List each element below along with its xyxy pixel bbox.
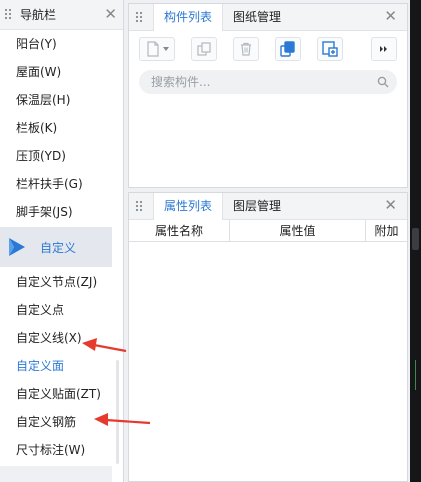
canvas-gridline — [415, 360, 416, 390]
more-icon — [380, 46, 387, 52]
property-table-header: 属性名称 属性值 附加 — [129, 220, 407, 242]
new-file-icon — [146, 41, 159, 57]
new-component-button[interactable] — [139, 37, 175, 61]
nav-item-custom-rebar[interactable]: 自定义钢筋 — [0, 408, 112, 436]
nav-item-custom-face[interactable]: 自定义面 — [0, 352, 112, 380]
column-header-property-name[interactable]: 属性名称 — [129, 220, 230, 241]
component-search-input[interactable] — [151, 75, 377, 89]
navigation-footer — [0, 466, 112, 482]
close-icon[interactable]: ✕ — [384, 9, 397, 24]
collapse-handle[interactable] — [412, 228, 419, 250]
grip-icon[interactable] — [135, 199, 143, 213]
tab-drawing-management[interactable]: 图纸管理 — [223, 4, 291, 30]
component-toolbar — [129, 31, 407, 67]
navigation-list: 阳台(Y) 屋面(W) 保温层(H) 栏板(K) 压顶(YD) 栏杆扶手(G) … — [0, 30, 112, 464]
custom-group-icon — [9, 238, 25, 256]
nav-item-insulation[interactable]: 保温层(H) — [0, 86, 112, 114]
column-header-property-value[interactable]: 属性值 — [230, 220, 366, 241]
navigation-scrollbar[interactable] — [116, 360, 119, 464]
navigation-title: 导航栏 — [20, 8, 57, 22]
nav-item-custom-node[interactable]: 自定义节点(ZJ) — [0, 268, 112, 296]
import-component-button[interactable] — [317, 37, 343, 61]
grip-icon[interactable] — [135, 10, 143, 24]
nav-item-parapet[interactable]: 栏板(K) — [0, 114, 112, 142]
nav-group-label: 自定义 — [40, 240, 77, 255]
tab-layer-management[interactable]: 图层管理 — [223, 193, 291, 219]
nav-item-railing[interactable]: 栏杆扶手(G) — [0, 170, 112, 198]
copy-component-button[interactable] — [191, 37, 217, 61]
grip-icon[interactable] — [4, 8, 12, 21]
component-search-box[interactable] — [139, 70, 397, 94]
delete-component-button[interactable] — [233, 37, 259, 61]
nav-group-custom[interactable]: 自定义 — [0, 227, 112, 267]
tab-component-list[interactable]: 构件列表 — [153, 4, 224, 31]
property-panel-tabbar: 属性列表 图层管理 ✕ — [129, 193, 407, 220]
column-header-extra[interactable]: 附加 — [366, 220, 407, 241]
nav-item-custom-overlay[interactable]: 自定义贴面(ZT) — [0, 380, 112, 408]
copy-icon — [197, 42, 211, 56]
nav-item-scaffold[interactable]: 脚手架(JS) — [0, 198, 112, 226]
nav-item-dimension[interactable]: 尺寸标注(W) — [0, 436, 112, 464]
close-icon[interactable]: ✕ — [104, 7, 117, 22]
nav-item-custom-line[interactable]: 自定义线(X) — [0, 324, 112, 352]
nav-item-balcony[interactable]: 阳台(Y) — [0, 30, 112, 58]
nav-item-coping[interactable]: 压顶(YD) — [0, 142, 112, 170]
navigation-header[interactable]: 导航栏 ✕ — [0, 0, 123, 30]
copy-layer-icon — [280, 41, 295, 57]
delete-icon — [241, 42, 251, 56]
search-icon[interactable] — [377, 76, 389, 88]
nav-item-roof[interactable]: 屋面(W) — [0, 58, 112, 86]
close-icon[interactable]: ✕ — [384, 198, 397, 213]
import-icon — [322, 41, 338, 57]
tab-property-list[interactable]: 属性列表 — [153, 193, 224, 220]
chevron-down-icon[interactable] — [162, 47, 169, 51]
navigation-panel: 导航栏 ✕ 阳台(Y) 屋面(W) 保温层(H) 栏板(K) 压顶(YD) 栏杆… — [0, 0, 124, 482]
component-panel-tabbar: 构件列表 图纸管理 ✕ — [129, 4, 407, 31]
more-tools-button[interactable] — [371, 37, 397, 61]
nav-item-custom-point[interactable]: 自定义点 — [0, 296, 112, 324]
component-list-panel: 构件列表 图纸管理 ✕ — [128, 3, 408, 188]
property-list-panel: 属性列表 图层管理 ✕ 属性名称 属性值 附加 — [128, 192, 408, 482]
copy-to-layer-button[interactable] — [275, 37, 301, 61]
